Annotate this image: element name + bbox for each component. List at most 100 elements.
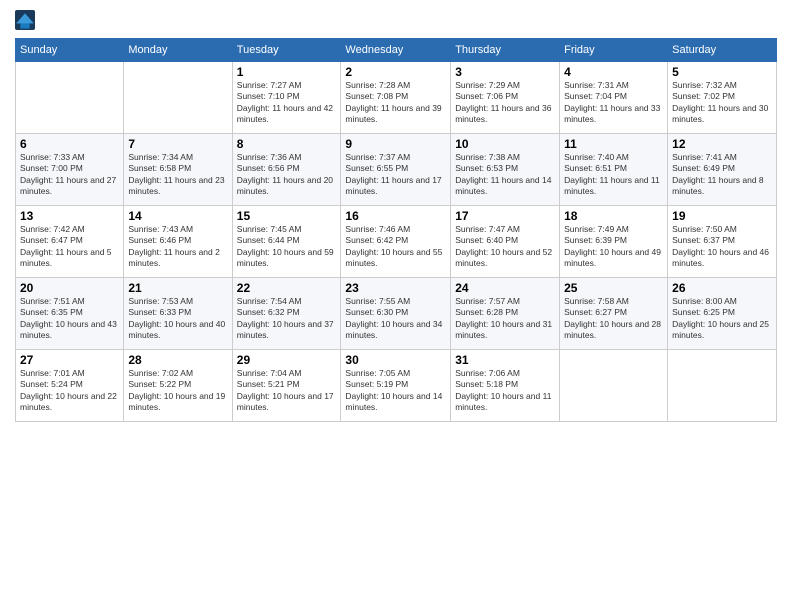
cell-info: Sunrise: 8:00 AM Sunset: 6:25 PM Dayligh… [672,296,772,342]
cell-info: Sunrise: 7:54 AM Sunset: 6:32 PM Dayligh… [237,296,337,342]
day-number: 25 [564,281,663,295]
calendar-cell: 2Sunrise: 7:28 AM Sunset: 7:08 PM Daylig… [341,62,451,134]
cell-info: Sunrise: 7:43 AM Sunset: 6:46 PM Dayligh… [128,224,227,270]
cell-info: Sunrise: 7:53 AM Sunset: 6:33 PM Dayligh… [128,296,227,342]
calendar-cell: 21Sunrise: 7:53 AM Sunset: 6:33 PM Dayli… [124,278,232,350]
cell-info: Sunrise: 7:05 AM Sunset: 5:19 PM Dayligh… [345,368,446,414]
calendar-cell: 23Sunrise: 7:55 AM Sunset: 6:30 PM Dayli… [341,278,451,350]
calendar-cell: 20Sunrise: 7:51 AM Sunset: 6:35 PM Dayli… [16,278,124,350]
cell-info: Sunrise: 7:34 AM Sunset: 6:58 PM Dayligh… [128,152,227,198]
day-number: 2 [345,65,446,79]
calendar-cell: 13Sunrise: 7:42 AM Sunset: 6:47 PM Dayli… [16,206,124,278]
cell-info: Sunrise: 7:49 AM Sunset: 6:39 PM Dayligh… [564,224,663,270]
header-day: Monday [124,39,232,62]
calendar-cell: 15Sunrise: 7:45 AM Sunset: 6:44 PM Dayli… [232,206,341,278]
day-number: 31 [455,353,555,367]
calendar-cell: 4Sunrise: 7:31 AM Sunset: 7:04 PM Daylig… [560,62,668,134]
calendar-cell [560,350,668,422]
calendar-cell: 12Sunrise: 7:41 AM Sunset: 6:49 PM Dayli… [668,134,777,206]
calendar-cell: 9Sunrise: 7:37 AM Sunset: 6:55 PM Daylig… [341,134,451,206]
calendar-week-row: 27Sunrise: 7:01 AM Sunset: 5:24 PM Dayli… [16,350,777,422]
day-number: 9 [345,137,446,151]
day-number: 19 [672,209,772,223]
cell-info: Sunrise: 7:55 AM Sunset: 6:30 PM Dayligh… [345,296,446,342]
calendar-week-row: 20Sunrise: 7:51 AM Sunset: 6:35 PM Dayli… [16,278,777,350]
cell-info: Sunrise: 7:06 AM Sunset: 5:18 PM Dayligh… [455,368,555,414]
calendar-cell: 27Sunrise: 7:01 AM Sunset: 5:24 PM Dayli… [16,350,124,422]
calendar-cell: 26Sunrise: 8:00 AM Sunset: 6:25 PM Dayli… [668,278,777,350]
day-number: 24 [455,281,555,295]
day-number: 23 [345,281,446,295]
day-number: 15 [237,209,337,223]
calendar-cell: 5Sunrise: 7:32 AM Sunset: 7:02 PM Daylig… [668,62,777,134]
cell-info: Sunrise: 7:33 AM Sunset: 7:00 PM Dayligh… [20,152,119,198]
day-number: 17 [455,209,555,223]
cell-info: Sunrise: 7:46 AM Sunset: 6:42 PM Dayligh… [345,224,446,270]
day-number: 14 [128,209,227,223]
header-day: Sunday [16,39,124,62]
logo [15,10,37,30]
day-number: 28 [128,353,227,367]
calendar-cell: 3Sunrise: 7:29 AM Sunset: 7:06 PM Daylig… [451,62,560,134]
day-number: 29 [237,353,337,367]
header-day: Tuesday [232,39,341,62]
calendar-cell: 31Sunrise: 7:06 AM Sunset: 5:18 PM Dayli… [451,350,560,422]
cell-info: Sunrise: 7:27 AM Sunset: 7:10 PM Dayligh… [237,80,337,126]
cell-info: Sunrise: 7:41 AM Sunset: 6:49 PM Dayligh… [672,152,772,198]
calendar-cell: 30Sunrise: 7:05 AM Sunset: 5:19 PM Dayli… [341,350,451,422]
calendar-cell: 10Sunrise: 7:38 AM Sunset: 6:53 PM Dayli… [451,134,560,206]
calendar-cell [124,62,232,134]
calendar-cell: 16Sunrise: 7:46 AM Sunset: 6:42 PM Dayli… [341,206,451,278]
day-number: 3 [455,65,555,79]
calendar-cell: 11Sunrise: 7:40 AM Sunset: 6:51 PM Dayli… [560,134,668,206]
cell-info: Sunrise: 7:32 AM Sunset: 7:02 PM Dayligh… [672,80,772,126]
calendar-cell: 24Sunrise: 7:57 AM Sunset: 6:28 PM Dayli… [451,278,560,350]
day-number: 5 [672,65,772,79]
cell-info: Sunrise: 7:42 AM Sunset: 6:47 PM Dayligh… [20,224,119,270]
calendar-week-row: 13Sunrise: 7:42 AM Sunset: 6:47 PM Dayli… [16,206,777,278]
day-number: 6 [20,137,119,151]
calendar-cell: 14Sunrise: 7:43 AM Sunset: 6:46 PM Dayli… [124,206,232,278]
day-number: 12 [672,137,772,151]
cell-info: Sunrise: 7:02 AM Sunset: 5:22 PM Dayligh… [128,368,227,414]
calendar-cell: 18Sunrise: 7:49 AM Sunset: 6:39 PM Dayli… [560,206,668,278]
cell-info: Sunrise: 7:51 AM Sunset: 6:35 PM Dayligh… [20,296,119,342]
day-number: 7 [128,137,227,151]
cell-info: Sunrise: 7:37 AM Sunset: 6:55 PM Dayligh… [345,152,446,198]
day-number: 1 [237,65,337,79]
calendar-cell: 17Sunrise: 7:47 AM Sunset: 6:40 PM Dayli… [451,206,560,278]
calendar-cell: 1Sunrise: 7:27 AM Sunset: 7:10 PM Daylig… [232,62,341,134]
cell-info: Sunrise: 7:04 AM Sunset: 5:21 PM Dayligh… [237,368,337,414]
calendar-cell: 25Sunrise: 7:58 AM Sunset: 6:27 PM Dayli… [560,278,668,350]
day-number: 8 [237,137,337,151]
header-row: SundayMondayTuesdayWednesdayThursdayFrid… [16,39,777,62]
calendar-cell [16,62,124,134]
day-number: 13 [20,209,119,223]
cell-info: Sunrise: 7:47 AM Sunset: 6:40 PM Dayligh… [455,224,555,270]
calendar-cell: 7Sunrise: 7:34 AM Sunset: 6:58 PM Daylig… [124,134,232,206]
day-number: 4 [564,65,663,79]
day-number: 20 [20,281,119,295]
cell-info: Sunrise: 7:36 AM Sunset: 6:56 PM Dayligh… [237,152,337,198]
day-number: 22 [237,281,337,295]
calendar-cell: 8Sunrise: 7:36 AM Sunset: 6:56 PM Daylig… [232,134,341,206]
calendar-week-row: 6Sunrise: 7:33 AM Sunset: 7:00 PM Daylig… [16,134,777,206]
header-day: Thursday [451,39,560,62]
day-number: 26 [672,281,772,295]
header-day: Friday [560,39,668,62]
calendar-table: SundayMondayTuesdayWednesdayThursdayFrid… [15,38,777,422]
cell-info: Sunrise: 7:28 AM Sunset: 7:08 PM Dayligh… [345,80,446,126]
cell-info: Sunrise: 7:38 AM Sunset: 6:53 PM Dayligh… [455,152,555,198]
calendar-cell: 22Sunrise: 7:54 AM Sunset: 6:32 PM Dayli… [232,278,341,350]
day-number: 21 [128,281,227,295]
day-number: 30 [345,353,446,367]
day-number: 11 [564,137,663,151]
cell-info: Sunrise: 7:58 AM Sunset: 6:27 PM Dayligh… [564,296,663,342]
header-day: Wednesday [341,39,451,62]
cell-info: Sunrise: 7:29 AM Sunset: 7:06 PM Dayligh… [455,80,555,126]
cell-info: Sunrise: 7:57 AM Sunset: 6:28 PM Dayligh… [455,296,555,342]
cell-info: Sunrise: 7:40 AM Sunset: 6:51 PM Dayligh… [564,152,663,198]
day-number: 27 [20,353,119,367]
cell-info: Sunrise: 7:01 AM Sunset: 5:24 PM Dayligh… [20,368,119,414]
day-number: 16 [345,209,446,223]
